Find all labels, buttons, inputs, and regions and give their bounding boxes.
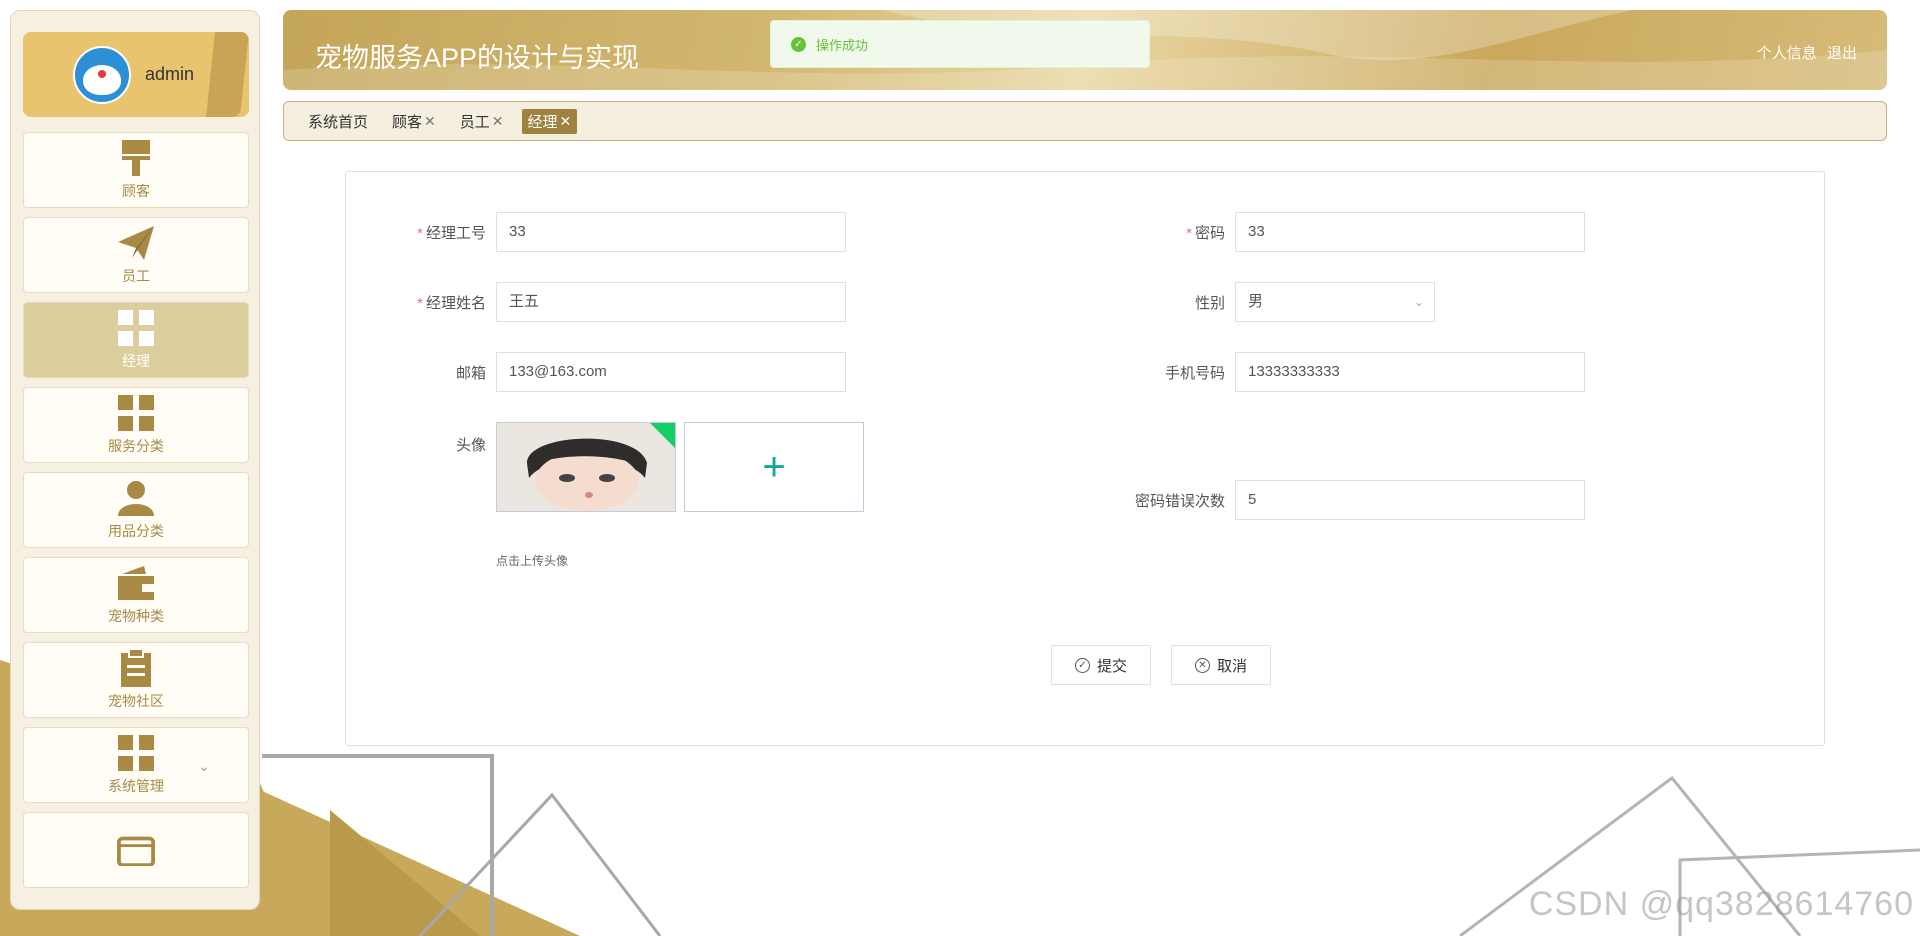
avatar-thumbnail[interactable] (496, 422, 676, 512)
close-icon[interactable]: ✕ (492, 113, 504, 130)
success-toast: ✓ 操作成功 (770, 20, 1150, 68)
plus-icon: + (762, 444, 786, 489)
wallet-icon (117, 564, 155, 602)
toast-message: 操作成功 (816, 37, 869, 53)
phone-input[interactable]: 13333333333 (1235, 352, 1585, 392)
gender-label: 性别 (1194, 295, 1225, 312)
sidebar-item-partial[interactable] (23, 812, 249, 888)
avatar-image (497, 423, 675, 511)
avatar[interactable] (73, 45, 131, 104)
gender-select-value: 男 (1248, 293, 1264, 310)
user-card-fold (206, 32, 249, 117)
sidebar-item-service-categories[interactable]: 服务分类 (23, 387, 249, 463)
email-label: 邮箱 (455, 365, 486, 382)
manager-form: * 经理工号 33 * 密码 33 * 经理姓名 王五 性别 男 ⌄ 邮箱 133@1… (345, 171, 1825, 746)
avatar-upload-button[interactable]: + (684, 422, 864, 512)
watermark: CSDN @qq3828614760 (1528, 885, 1914, 923)
pwd-errors-input[interactable]: 5 (1235, 480, 1585, 520)
grid-icon (117, 309, 155, 347)
sidebar-item-staff[interactable]: 员工 (23, 217, 249, 293)
sidebar-item-managers[interactable]: 经理 (23, 302, 249, 378)
sidebar: admin 顾客 员工 经理 服务分类 用品分类 宠物种类 宠物社区 系统管理 … (10, 10, 260, 910)
sidebar-item-pet-community[interactable]: 宠物社区 (23, 642, 249, 718)
tag-staff[interactable]: 员工 ✕ (454, 109, 510, 134)
sidebar-item-customers[interactable]: 顾客 (23, 132, 249, 208)
submit-button[interactable]: ✓ 提交 (1051, 645, 1151, 685)
close-circle-icon: ✕ (1194, 657, 1210, 673)
password-input[interactable]: 33 (1235, 212, 1585, 252)
tag-label: 系统首页 (308, 113, 369, 131)
tag-label: 经理 (527, 113, 558, 131)
email-input[interactable]: 133@163.com (496, 352, 846, 392)
sidebar-item-label: 顾客 (122, 183, 150, 199)
close-icon[interactable]: ✕ (560, 113, 572, 130)
tag-label: 顾客 (392, 113, 423, 131)
paint-roller-icon (117, 139, 155, 177)
sidebar-item-label: 宠物种类 (108, 608, 164, 624)
tag-label: 员工 (459, 113, 490, 131)
grid-icon (117, 394, 155, 432)
tag-managers[interactable]: 经理 ✕ (521, 108, 578, 134)
header-actions: 个人信息 退出 (1751, 42, 1857, 63)
sidebar-item-label: 经理 (122, 353, 150, 369)
manager-id-input[interactable]: 33 (496, 212, 846, 252)
username: admin (145, 64, 195, 84)
gender-select[interactable]: 男 ⌄ (1235, 282, 1435, 322)
sidebar-item-system-management[interactable]: 系统管理 ⌄ (23, 727, 249, 803)
check-circle-icon: ✓ (791, 36, 806, 52)
person-icon (117, 479, 155, 517)
sidebar-item-pet-types[interactable]: 宠物种类 (23, 557, 249, 633)
password-label: * 密码 (1186, 225, 1225, 242)
avatar-label: 头像 (455, 437, 486, 454)
close-icon[interactable]: ✕ (424, 113, 436, 130)
sidebar-item-label: 服务分类 (108, 438, 164, 454)
cancel-button[interactable]: ✕ 取消 (1171, 645, 1271, 685)
sidebar-item-label: 用品分类 (108, 523, 164, 539)
clipboard-icon (117, 649, 155, 687)
cancel-button-label: 取消 (1216, 657, 1247, 675)
grid-icon (117, 734, 155, 772)
window-icon (117, 829, 155, 867)
manager-name-input[interactable]: 王五 (496, 282, 846, 322)
logout-link[interactable]: 退出 (1827, 45, 1857, 62)
sidebar-item-label: 宠物社区 (108, 693, 164, 709)
chevron-down-icon: ⌄ (1413, 295, 1424, 309)
manager-id-label: * 经理工号 (417, 225, 486, 242)
sidebar-item-label: 员工 (122, 268, 150, 284)
tags-bar: 系统首页 顾客 ✕ 员工 ✕ 经理 ✕ (283, 101, 1887, 141)
chevron-down-icon[interactable]: ⌄ (198, 758, 210, 775)
tag-home[interactable]: 系统首页 (302, 109, 374, 134)
sidebar-item-label: 系统管理 (108, 778, 164, 794)
sidebar-item-supply-categories[interactable]: 用品分类 (23, 472, 249, 548)
avatar-upload-tip: 点击上传头像 (496, 554, 569, 568)
pwd-errors-label: 密码错误次数 (1134, 493, 1225, 510)
submit-button-label: 提交 (1096, 657, 1127, 675)
app-title: 宠物服务APP的设计与实现 (315, 43, 640, 73)
sidebar-menu: 顾客 员工 经理 服务分类 用品分类 宠物种类 宠物社区 系统管理 ⌄ (23, 132, 249, 897)
manager-name-label: * 经理姓名 (417, 295, 486, 312)
profile-link[interactable]: 个人信息 (1757, 45, 1817, 62)
paper-plane-icon (117, 224, 155, 262)
check-circle-icon: ✓ (1074, 657, 1090, 673)
phone-label: 手机号码 (1164, 365, 1225, 382)
user-card: admin (23, 32, 249, 117)
tag-customers[interactable]: 顾客 ✕ (386, 109, 442, 134)
